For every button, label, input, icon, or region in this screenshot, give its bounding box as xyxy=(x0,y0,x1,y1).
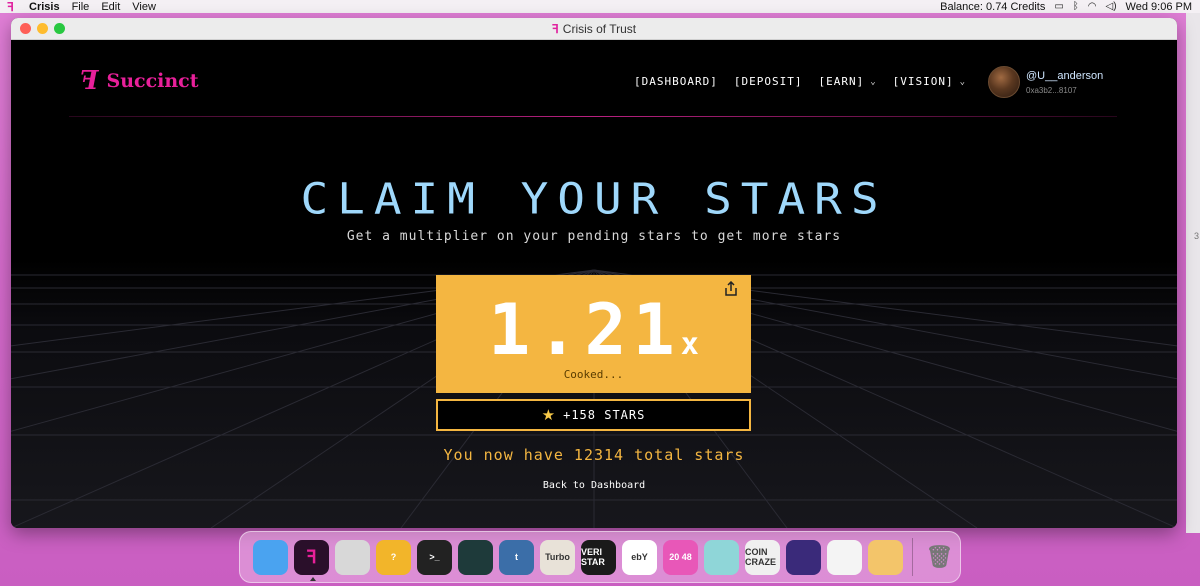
nav-earn-label: [EARN] xyxy=(818,75,865,88)
window-title-text: Crisis of Trust xyxy=(562,21,637,36)
back-to-dashboard-link[interactable]: Back to Dashboard xyxy=(11,480,1177,491)
nav-vision-label: [VISION] xyxy=(892,75,954,88)
app-window: ꟻ Crisis of Trust ꟻ Succinct [DASHBOARD]… xyxy=(11,18,1177,528)
username: @U__anderson xyxy=(1026,69,1104,82)
multiplier-status: Cooked... xyxy=(563,368,624,381)
side-strip-text: 3 xyxy=(1193,231,1199,241)
brand-logo[interactable]: ꟻ Succinct xyxy=(80,66,199,96)
nav-dashboard[interactable]: [DASHBOARD] xyxy=(634,75,718,88)
wallet-address: 0xa3b2...8107 xyxy=(1026,85,1077,95)
crisis-icon[interactable]: ꟻ xyxy=(294,539,329,581)
bluetooth-icon[interactable]: ᛒ xyxy=(1073,1,1079,12)
finder-icon[interactable] xyxy=(253,539,288,575)
multiplier-suffix: x xyxy=(680,327,699,362)
total-stars-text: You now have 12314 total stars xyxy=(443,446,745,464)
window-controls xyxy=(20,23,65,34)
header-divider xyxy=(69,116,1117,117)
maximize-window-button[interactable] xyxy=(54,23,65,34)
succinct-mark-icon: ꟻ xyxy=(80,66,99,96)
chevron-down-icon: ⌄ xyxy=(959,76,967,87)
menu-bar: ꟻ Crisis File Edit View Balance: 0.74 Cr… xyxy=(0,0,1200,14)
question-icon[interactable]: ? xyxy=(376,539,411,575)
close-window-button[interactable] xyxy=(20,23,31,34)
clock-text[interactable]: Wed 9:06 PM xyxy=(1126,1,1192,13)
battery-icon[interactable]: ▭ xyxy=(1054,1,1063,12)
page-subtitle: Get a multiplier on your pending stars t… xyxy=(346,229,842,244)
wifi-icon[interactable]: ◠ xyxy=(1088,1,1097,12)
terminal-icon[interactable]: >_ xyxy=(417,539,452,575)
brand-name: Succinct xyxy=(106,70,199,92)
nav-vision[interactable]: [VISION] ⌄ xyxy=(893,75,966,88)
nav-deposit[interactable]: [DEPOSIT] xyxy=(734,75,803,88)
window-titlebar[interactable]: ꟻ Crisis of Trust xyxy=(11,18,1177,40)
window-title: ꟻ Crisis of Trust xyxy=(11,22,1177,36)
ebay-icon[interactable]: ebY xyxy=(622,539,657,575)
dock-separator xyxy=(912,538,913,576)
turbo-icon[interactable]: Turbo xyxy=(540,539,575,575)
star-icon: ★ xyxy=(541,407,556,424)
monitor-icon[interactable] xyxy=(458,539,493,575)
stars-reward-label: +158 STARS xyxy=(563,408,646,422)
menu-edit[interactable]: Edit xyxy=(101,1,120,13)
verstar-icon[interactable]: VERI STAR xyxy=(581,539,616,575)
page-content: ꟻ Succinct [DASHBOARD] [DEPOSIT] [EARN] … xyxy=(11,40,1177,528)
multiplier-card: 1.21x Cooked... xyxy=(436,275,751,393)
desktop-side-strip: 3 xyxy=(1186,13,1200,533)
main-nav: [DASHBOARD] [DEPOSIT] [EARN] ⌄ [VISION] … xyxy=(634,75,966,88)
tumblr-icon[interactable]: t xyxy=(499,539,534,575)
crisis-app-icon[interactable]: ꟻ xyxy=(7,0,21,14)
globe-icon[interactable] xyxy=(335,539,370,575)
succinct-logo-icon: ꟻ xyxy=(551,21,559,36)
face-game-icon[interactable] xyxy=(868,539,903,575)
monster-game-icon[interactable] xyxy=(786,539,821,575)
menubar-status-area: Balance: 0.74 Credits ▭ ᛒ ◠ ◁) Wed 9:06 … xyxy=(940,1,1192,13)
balance-text: Balance: 0.74 Credits xyxy=(940,0,1046,13)
dock: ꟻ? >_ t Turbo VERI STAR ebY 20 48 COIN CRAZE 🗑 xyxy=(239,531,961,583)
user-profile[interactable]: @U__anderson 0xa3b2...8107 xyxy=(988,66,1103,98)
multiplier-value: 1.21x xyxy=(436,289,751,371)
user-info: @U__anderson 0xa3b2...8107 xyxy=(1026,70,1103,95)
menu-view[interactable]: View xyxy=(132,1,156,13)
chevron-down-icon: ⌄ xyxy=(870,76,877,87)
page-title: CLAIM YOUR STARS xyxy=(300,174,888,224)
game-2048-icon[interactable]: 20 48 xyxy=(663,539,698,575)
trash-icon[interactable]: 🗑 xyxy=(922,540,957,575)
running-indicator xyxy=(310,576,316,581)
coin-craze-icon[interactable]: COIN CRAZE xyxy=(745,539,780,575)
menu-app-name[interactable]: Crisis xyxy=(29,1,60,13)
multiplier-number: 1.21 xyxy=(488,289,681,371)
minimize-window-button[interactable] xyxy=(37,23,48,34)
nav-dashboard-label: [DASHBOARD] xyxy=(634,75,718,88)
volume-icon[interactable]: ◁) xyxy=(1106,1,1117,12)
avatar xyxy=(988,66,1020,98)
blocks-game-icon[interactable] xyxy=(827,539,862,575)
menu-file[interactable]: File xyxy=(72,1,90,13)
nav-earn[interactable]: [EARN] ⌄ xyxy=(818,75,876,88)
nav-deposit-label: [DEPOSIT] xyxy=(733,75,803,88)
cat-game-icon[interactable] xyxy=(704,539,739,575)
stars-reward-button[interactable]: ★ +158 STARS xyxy=(436,399,751,431)
